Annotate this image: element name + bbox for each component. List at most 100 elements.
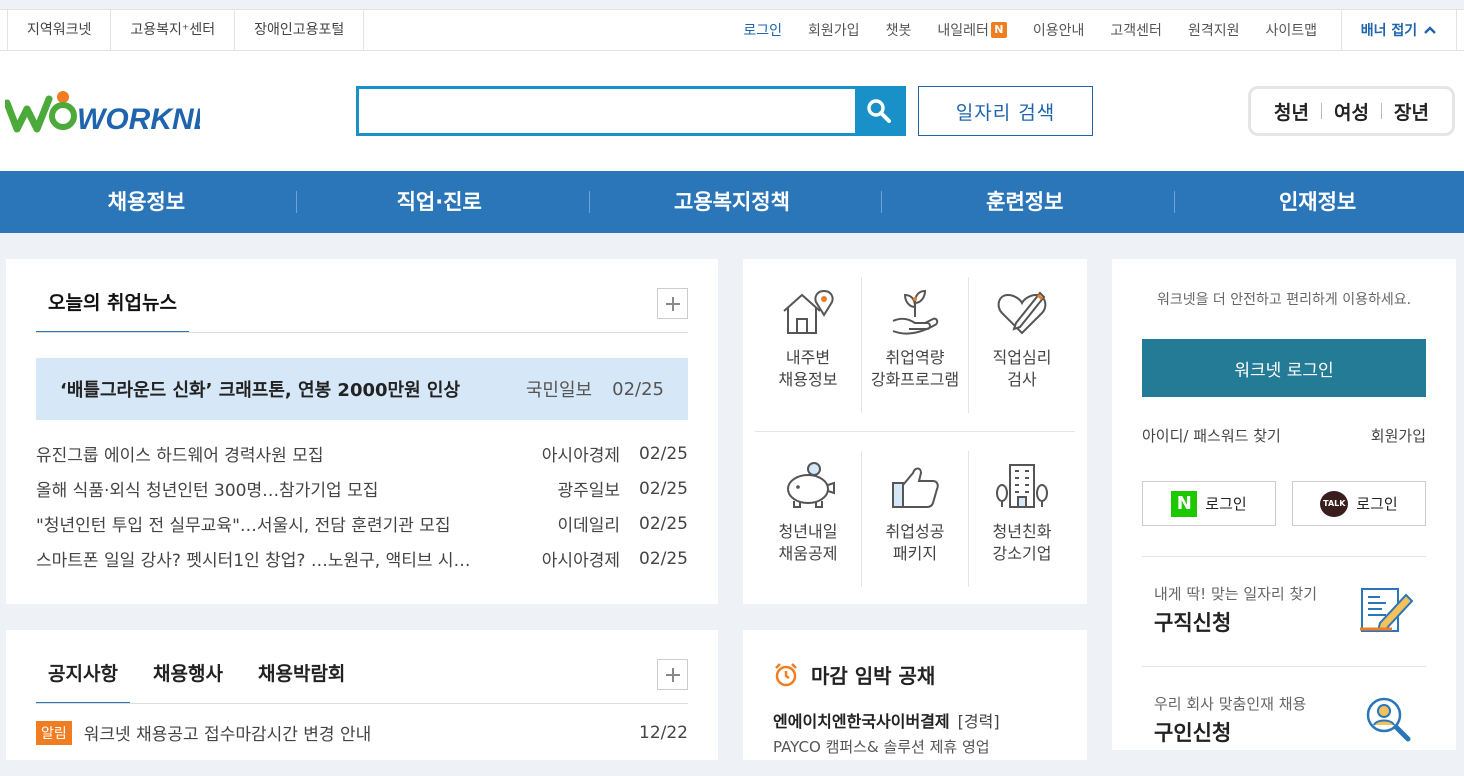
news-title: 유진그룹 에이스 하드웨어 경력사원 모집 <box>36 446 324 466</box>
worknet-logo[interactable]: WORKNET <box>3 89 235 136</box>
service-label-line1: 내주변 <box>785 348 831 367</box>
service-youth-savings[interactable]: 청년내일 채움공제 <box>755 461 861 597</box>
piggy-bank-icon <box>787 462 835 508</box>
nav-recruitment[interactable]: 채용정보 <box>0 171 293 233</box>
news-source: 아시아경제 <box>541 446 620 466</box>
link-disability-employment-portal[interactable]: 장애인고용포털 <box>234 10 365 50</box>
search-input[interactable] <box>359 89 857 133</box>
news-title: 스마트폰 일일 강사? 펫시터1인 창업? …노원구, 액티브 시… <box>36 551 471 571</box>
login-link[interactable]: 로그인 <box>743 20 782 40</box>
search-icon <box>867 99 891 123</box>
search-button[interactable] <box>855 89 903 133</box>
notice-tag: 알림 <box>36 720 72 745</box>
link-regional-worknet[interactable]: 지역워크넷 <box>7 10 110 50</box>
news-date: 02/25 <box>639 443 688 464</box>
divider <box>1321 103 1323 119</box>
list-item[interactable]: 유진그룹 에이스 하드웨어 경력사원 모집 아시아경제 02/25 <box>36 436 688 471</box>
quick-subtitle: 내게 딱! 맞는 일자리 찾기 <box>1154 585 1318 603</box>
house-pin-icon <box>783 289 834 334</box>
chatbot-link[interactable]: 챗봇 <box>886 20 912 40</box>
kakao-login-button[interactable]: TALK 로그인 <box>1292 481 1426 526</box>
target-women-link[interactable]: 여성 <box>1334 98 1369 125</box>
tab-notice[interactable]: 공지사항 <box>36 652 130 704</box>
target-youth-link[interactable]: 청년 <box>1274 98 1309 125</box>
plus-icon <box>665 296 680 311</box>
deadline-title: 마감 임박 공채 <box>811 664 936 688</box>
alarm-clock-icon <box>775 662 797 686</box>
target-middle-aged-link[interactable]: 장년 <box>1394 98 1429 125</box>
service-nearby-jobs[interactable]: 내주변 채용정보 <box>755 287 861 423</box>
thumbs-up-icon <box>892 467 939 508</box>
nav-training[interactable]: 훈련정보 <box>878 171 1171 233</box>
divider <box>36 703 688 704</box>
top-utility-bar: 지역워크넷 고용복지⁺센터 장애인고용포털 로그인 회원가입 챗봇 내일레터 N … <box>0 9 1464 51</box>
notice-title: 워크넷 채용공고 접수마감시간 변경 안내 <box>83 725 372 745</box>
remote-support-link[interactable]: 원격지원 <box>1188 20 1240 40</box>
deadline-company: 엔에이치엔한국사이버결제 <box>773 712 950 731</box>
headline-title: ‘배틀그라운드 신화’ 크래프톤, 연봉 2000만원 인상 <box>60 380 461 401</box>
customer-center-link[interactable]: 고객센터 <box>1110 20 1162 40</box>
news-title: 올해 식품·외식 청년인턴 300명…참가기업 모집 <box>36 481 379 501</box>
heart-pen-icon <box>997 291 1047 335</box>
signup-link[interactable]: 회원가입 <box>808 20 860 40</box>
find-id-password-link[interactable]: 아이디/ 패스워드 찾기 <box>1142 425 1281 446</box>
list-item[interactable]: "청년인턴 투입 전 실무교육"…서울시, 전담 훈련기관 모집 이데일리 02/2… <box>36 506 688 541</box>
service-label-line2: 채움공제 <box>778 544 838 563</box>
logo-text: WORKNET <box>77 103 200 135</box>
header: WORKNET 일자리 검색 청년 여성 장년 <box>0 51 1464 171</box>
resume-pen-icon <box>1360 588 1414 633</box>
login-message: 워크넷을 더 안전하고 편리하게 이용하세요. <box>1156 292 1412 308</box>
list-item[interactable]: 스마트폰 일일 강사? 펫시터1인 창업? …노원구, 액티브 시… 아시아경제 0… <box>36 541 688 576</box>
headline-source: 국민일보 <box>525 380 593 401</box>
news-more-button[interactable] <box>657 288 688 319</box>
news-date: 02/25 <box>639 478 688 499</box>
service-label-line1: 직업심리 <box>992 348 1052 367</box>
headline-date: 02/25 <box>612 378 664 400</box>
banner-collapse-label: 배너 접기 <box>1360 23 1418 39</box>
list-item[interactable]: 알림 워크넷 채용공고 접수마감시간 변경 안내 12/22 <box>36 720 688 745</box>
sitemap-link[interactable]: 사이트맵 <box>1265 20 1317 40</box>
nav-welfare-policy[interactable]: 고용복지정책 <box>586 171 879 233</box>
quick-title: 구인신청 <box>1154 721 1232 745</box>
main-navigation: 채용정보 직업·진로 고용복지정책 훈련정보 인재정보 <box>0 171 1464 233</box>
news-source: 광주일보 <box>557 481 620 501</box>
naver-login-button[interactable]: N 로그인 <box>1142 481 1276 526</box>
deadline-panel: 마감 임박 공채 엔에이치엔한국사이버결제 [경력] PAYCO 캠퍼스& 솔루션… <box>743 630 1087 760</box>
service-label-line1: 취업역량 <box>885 348 945 367</box>
service-capacity-program[interactable]: 취업역량 강화프로그램 <box>862 287 968 423</box>
nav-talent[interactable]: 인재정보 <box>1171 171 1464 233</box>
job-search-button[interactable]: 일자리 검색 <box>918 86 1093 136</box>
list-item[interactable]: 올해 식품·외식 청년인턴 300명…참가기업 모집 광주일보 02/25 <box>36 471 688 506</box>
banner-collapse-button[interactable]: 배너 접기 <box>1341 10 1457 50</box>
link-employment-welfare-center[interactable]: 고용복지⁺센터 <box>110 10 234 50</box>
login-panel: 워크넷을 더 안전하고 편리하게 이용하세요. 워크넷 로그인 아이디/ 패스워… <box>1112 259 1456 750</box>
notice-more-button[interactable] <box>657 659 688 690</box>
service-psychology-test[interactable]: 직업심리 검사 <box>969 287 1075 423</box>
worknet-login-button[interactable]: 워크넷 로그인 <box>1142 339 1426 397</box>
quick-subtitle: 우리 회사 맞춤인재 채용 <box>1154 695 1307 713</box>
search-box <box>356 86 906 136</box>
quick-title: 구직신청 <box>1154 611 1232 635</box>
tab-job-fair[interactable]: 채용박람회 <box>258 652 345 704</box>
recruit-application-shortcut[interactable]: 우리 회사 맞춤인재 채용 구인신청 <box>1142 666 1426 776</box>
job-application-shortcut[interactable]: 내게 딱! 맞는 일자리 찾기 구직신청 <box>1142 556 1426 666</box>
headline-news[interactable]: ‘배틀그라운드 신화’ 크래프톤, 연봉 2000만원 인상 국민일보 02/2… <box>36 358 688 420</box>
newsletter-link[interactable]: 내일레터 N <box>937 20 1007 40</box>
service-label-line2: 검사 <box>1007 370 1037 389</box>
tab-today-news[interactable]: 오늘의 취업뉴스 <box>36 281 189 333</box>
service-label-line1: 청년내일 <box>778 522 838 541</box>
join-link[interactable]: 회원가입 <box>1371 425 1426 446</box>
service-youth-friendly-company[interactable]: 청년친화 강소기업 <box>969 461 1075 597</box>
tab-recruit-events[interactable]: 채용행사 <box>153 652 223 704</box>
guide-link[interactable]: 이용안내 <box>1033 20 1085 40</box>
service-success-package[interactable]: 취업성공 패키지 <box>862 461 968 597</box>
notice-date: 12/22 <box>639 722 688 743</box>
deadline-heading: 마감 임박 공채 <box>773 660 935 689</box>
worknet-logo-icon: WORKNET <box>3 91 235 136</box>
divider <box>36 332 688 333</box>
naver-logo-icon: N <box>1171 490 1198 517</box>
deadline-item[interactable]: 엔에이치엔한국사이버결제 [경력] <box>773 708 1000 732</box>
nav-career[interactable]: 직업·진로 <box>293 171 586 233</box>
news-source: 이데일리 <box>557 516 620 536</box>
deadline-subtitle: PAYCO 캠퍼스& 솔루션 제휴 영업 <box>773 738 990 756</box>
